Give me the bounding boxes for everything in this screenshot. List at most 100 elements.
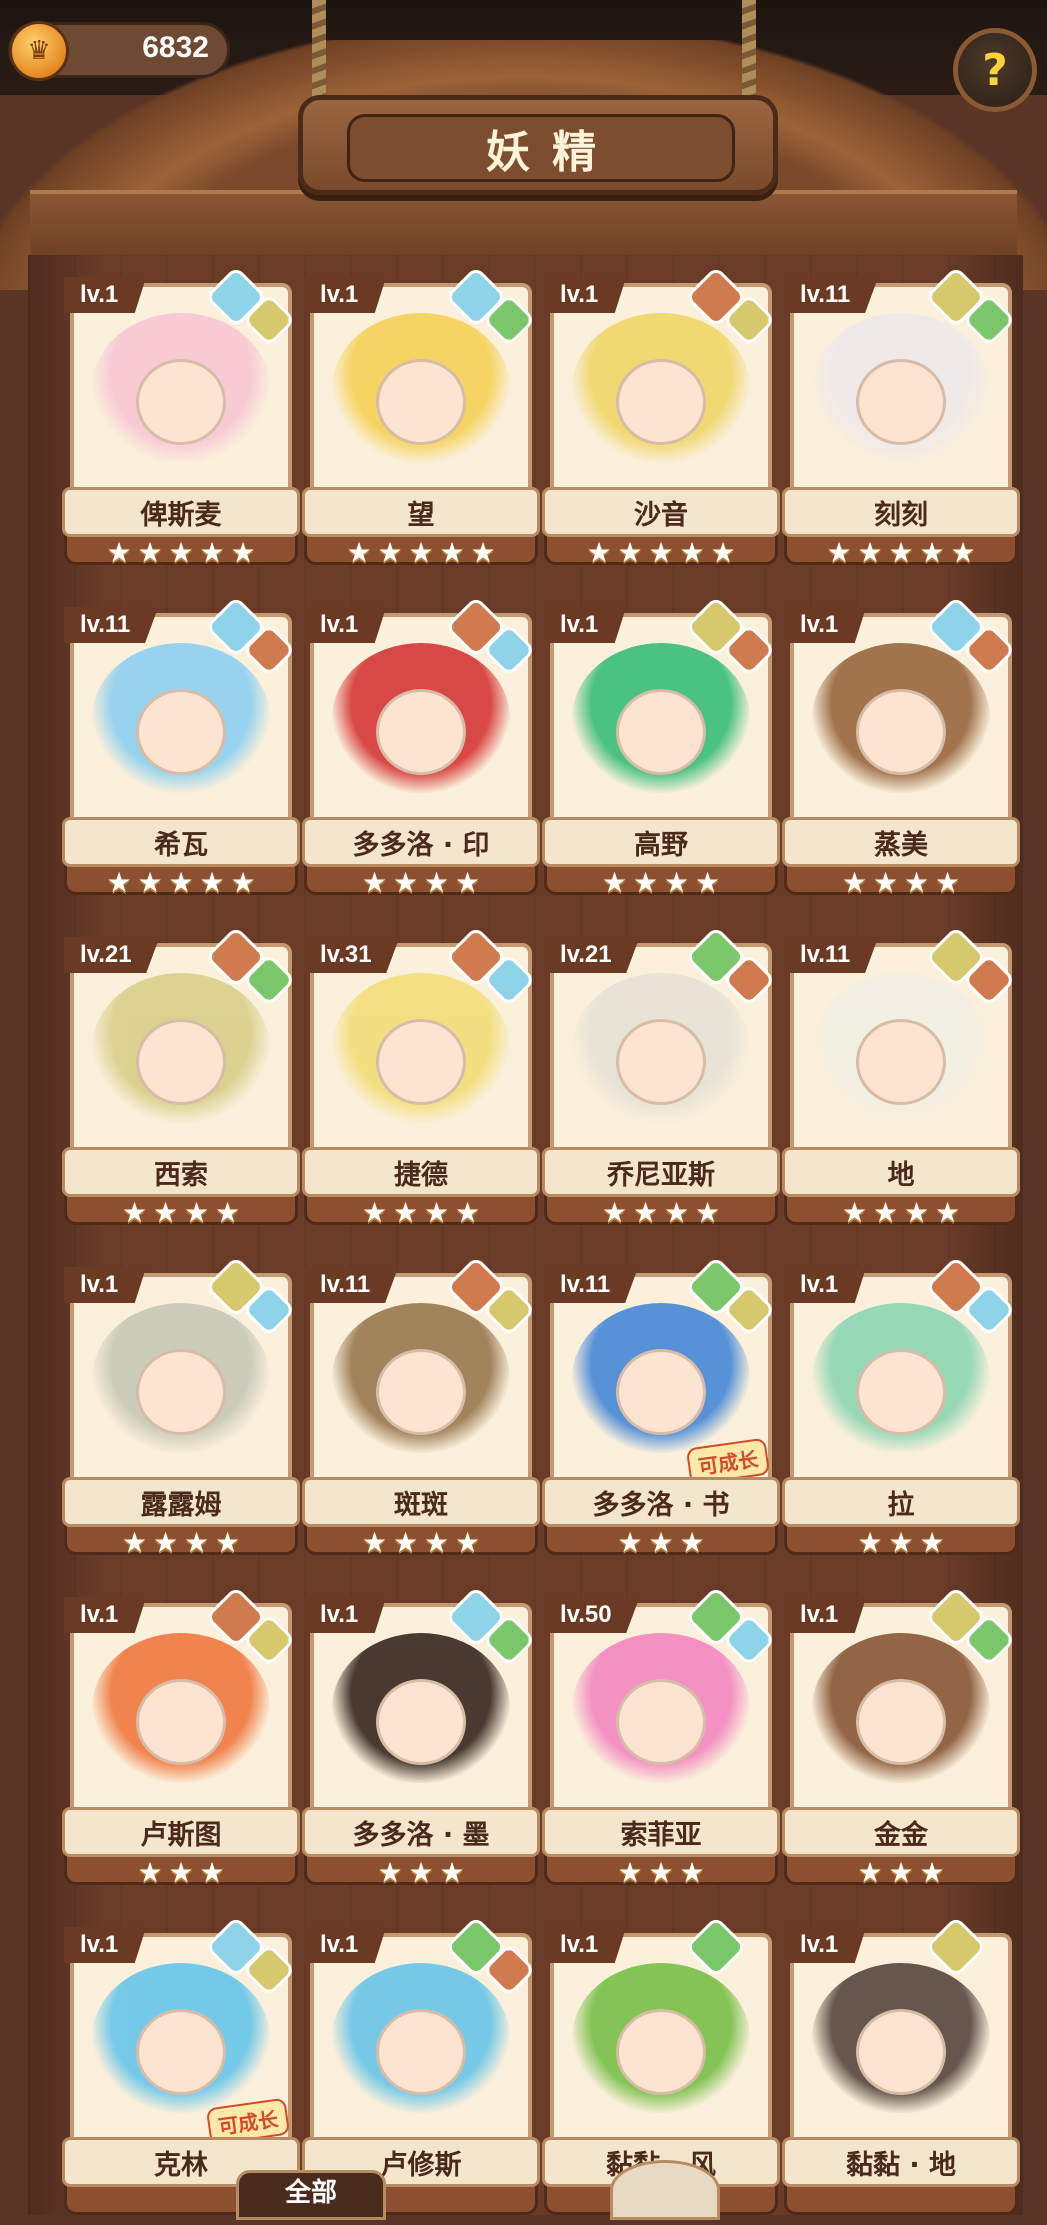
fairy-card[interactable]: lv.1 黏黏 · 地: [782, 1915, 1020, 2225]
star-icon: ★: [694, 1196, 721, 1229]
star-icon: ★: [857, 1856, 883, 1889]
arch-beam: [30, 190, 1017, 264]
level-badge: lv.1: [304, 277, 387, 313]
fairy-portrait: [812, 1303, 990, 1453]
fairy-portrait: [812, 973, 990, 1123]
star-icon: ★: [919, 1526, 945, 1559]
star-icon: ★: [121, 1196, 148, 1229]
star-icon: ★: [841, 1196, 868, 1229]
fairy-name: 沙音: [542, 487, 780, 537]
fairy-card[interactable]: lv.1 沙音 ★ ★ ★ ★ ★: [542, 265, 780, 575]
fairy-card[interactable]: lv.21 乔尼亚斯 ★ ★ ★ ★: [542, 925, 780, 1235]
coin-value: 6832: [142, 31, 209, 64]
star-icon: ★: [346, 536, 372, 569]
star-icon: ★: [361, 1196, 388, 1229]
star-icon: ★: [168, 1856, 194, 1889]
fairy-portrait: [812, 1633, 990, 1783]
star-icon: ★: [199, 1856, 225, 1889]
fairy-card[interactable]: lv.1 多多洛 · 墨 ★ ★ ★: [302, 1585, 540, 1895]
star-rating: ★ ★ ★ ★: [304, 1199, 538, 1231]
star-icon: ★: [632, 866, 659, 899]
level-badge: lv.1: [784, 607, 867, 643]
fairy-card[interactable]: lv.1 高野 ★ ★ ★ ★: [542, 595, 780, 905]
star-icon: ★: [377, 1856, 403, 1889]
fairy-name: 黏黏 · 地: [782, 2137, 1020, 2187]
star-icon: ★: [857, 1526, 883, 1559]
level-badge: lv.50: [544, 1597, 640, 1633]
star-rating: ★ ★ ★ ★ ★: [64, 869, 298, 901]
tab-secondary[interactable]: [610, 2160, 720, 2220]
star-icon: ★: [408, 1856, 434, 1889]
star-rating: ★ ★ ★ ★: [544, 869, 778, 901]
star-icon: ★: [439, 536, 465, 569]
fairy-card[interactable]: lv.1 卢斯图 ★ ★ ★: [62, 1585, 300, 1895]
star-rating: ★ ★ ★ ★: [64, 1199, 298, 1231]
star-icon: ★: [423, 1196, 450, 1229]
fairy-portrait: [92, 313, 270, 463]
fairy-name: 多多洛 · 印: [302, 817, 540, 867]
fairy-portrait: [332, 643, 510, 793]
star-icon: ★: [137, 1856, 163, 1889]
fairy-card[interactable]: lv.31 捷德 ★ ★ ★ ★: [302, 925, 540, 1235]
fairy-card[interactable]: lv.11 斑斑 ★ ★ ★ ★: [302, 1255, 540, 1565]
fairy-portrait: [92, 973, 270, 1123]
fairy-card[interactable]: lv.11 刻刻 ★ ★ ★ ★ ★: [782, 265, 1020, 575]
fairy-portrait: [92, 643, 270, 793]
fairy-card[interactable]: lv.1 望 ★ ★ ★ ★ ★: [302, 265, 540, 575]
star-icon: ★: [950, 536, 976, 569]
star-icon: ★: [152, 1526, 179, 1559]
level-badge: lv.1: [64, 1597, 147, 1633]
level-badge: lv.1: [64, 277, 147, 313]
level-badge: lv.1: [544, 277, 627, 313]
star-rating: ★ ★ ★: [784, 1859, 1018, 1891]
star-icon: ★: [377, 536, 403, 569]
fairy-card[interactable]: lv.1 俾斯麦 ★ ★ ★ ★ ★: [62, 265, 300, 575]
level-badge: lv.1: [64, 1267, 147, 1303]
fairy-name: 高野: [542, 817, 780, 867]
crown-coin-icon: ♛: [9, 21, 69, 81]
fairy-card[interactable]: lv.1 蒸美 ★ ★ ★ ★: [782, 595, 1020, 905]
star-icon: ★: [648, 1526, 674, 1559]
star-icon: ★: [919, 536, 945, 569]
star-icon: ★: [361, 866, 388, 899]
fairy-name: 捷德: [302, 1147, 540, 1197]
level-badge: lv.31: [304, 937, 400, 973]
fairy-card[interactable]: lv.11 地 ★ ★ ★ ★: [782, 925, 1020, 1235]
fairy-card[interactable]: lv.1 多多洛 · 印 ★ ★ ★ ★: [302, 595, 540, 905]
level-badge: lv.1: [784, 1927, 867, 1963]
fairy-card[interactable]: lv.1 拉 ★ ★ ★: [782, 1255, 1020, 1565]
fairy-card[interactable]: lv.11 希瓦 ★ ★ ★ ★ ★: [62, 595, 300, 905]
level-badge: lv.21: [544, 937, 640, 973]
fairy-card[interactable]: lv.1 金金 ★ ★ ★: [782, 1585, 1020, 1895]
page-title: 妖精: [347, 114, 735, 182]
fairy-name: 西索: [62, 1147, 300, 1197]
star-icon: ★: [841, 866, 868, 899]
fairy-card[interactable]: lv.11 可成长 多多洛 · 书 ★ ★ ★: [542, 1255, 780, 1565]
star-icon: ★: [694, 866, 721, 899]
fairy-card[interactable]: lv.50 索菲亚 ★ ★ ★: [542, 1585, 780, 1895]
level-badge: lv.1: [784, 1597, 867, 1633]
fairy-card[interactable]: lv.1 露露姆 ★ ★ ★ ★: [62, 1255, 300, 1565]
star-rating: ★ ★ ★ ★: [784, 869, 1018, 901]
star-icon: ★: [214, 1196, 241, 1229]
level-badge: lv.11: [784, 277, 879, 313]
fairy-name: 多多洛 · 墨: [302, 1807, 540, 1857]
star-icon: ★: [663, 1196, 690, 1229]
star-icon: ★: [183, 1196, 210, 1229]
star-icon: ★: [408, 536, 434, 569]
help-button[interactable]: ?: [953, 28, 1037, 112]
star-icon: ★: [903, 1196, 930, 1229]
fairy-card[interactable]: lv.21 西索 ★ ★ ★ ★: [62, 925, 300, 1235]
star-icon: ★: [617, 1856, 643, 1889]
star-icon: ★: [648, 1856, 674, 1889]
star-rating: ★ ★ ★ ★: [304, 1529, 538, 1561]
star-icon: ★: [423, 1526, 450, 1559]
tab-all[interactable]: 全部: [236, 2170, 386, 2220]
fairy-portrait: [92, 1303, 270, 1453]
star-icon: ★: [632, 1196, 659, 1229]
star-rating: ★ ★ ★: [784, 1529, 1018, 1561]
star-rating: ★ ★ ★ ★ ★: [304, 539, 538, 571]
fairy-portrait: [812, 313, 990, 463]
level-badge: lv.1: [304, 1597, 387, 1633]
star-rating: ★ ★ ★ ★: [784, 1199, 1018, 1231]
